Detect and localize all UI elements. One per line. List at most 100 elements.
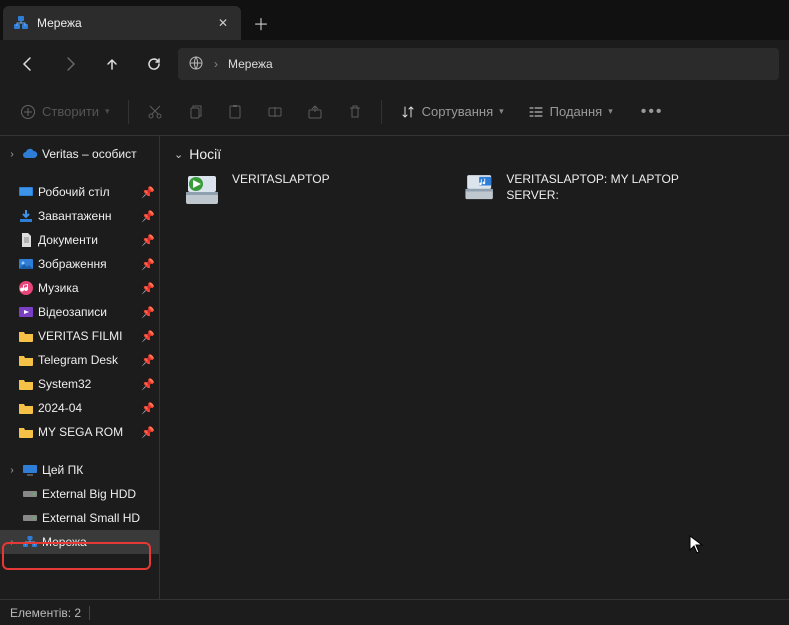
folder-icon: [18, 400, 34, 416]
pin-icon: 📌: [141, 282, 159, 295]
item-label: VERITASLAPTOP: MY LAPTOP SERVER:: [506, 170, 702, 203]
network-globe-icon: [188, 55, 204, 74]
chevron-down-icon: ▾: [499, 106, 504, 117]
item-label: VERITASLAPTOP: [232, 170, 330, 188]
tab-close-button[interactable]: ✕: [215, 16, 231, 30]
tab-title: Мережа: [37, 16, 207, 30]
pin-icon: 📌: [141, 234, 159, 247]
desktop-icon: [18, 184, 34, 200]
chevron-right-icon: ›: [214, 57, 218, 71]
drive-icon: [22, 486, 38, 502]
sidebar-folder[interactable]: Telegram Desk 📌: [0, 348, 159, 372]
pin-icon: 📌: [141, 186, 159, 199]
sidebar-drive[interactable]: › External Small HD: [0, 506, 159, 530]
media-server-icon: [462, 170, 496, 210]
status-bar: Елементів: 2: [0, 599, 789, 625]
pin-icon: 📌: [141, 354, 159, 367]
new-tab-button[interactable]: ＋: [241, 6, 281, 40]
chevron-right-icon[interactable]: ›: [6, 465, 18, 476]
sidebar-onedrive[interactable]: › Veritas – особист: [0, 142, 159, 166]
sidebar-music[interactable]: Музика 📌: [0, 276, 159, 300]
sidebar-documents[interactable]: Документи 📌: [0, 228, 159, 252]
sidebar-item-label: Робочий стіл: [38, 185, 137, 199]
picture-icon: [18, 256, 34, 272]
create-button[interactable]: Створити ▾: [10, 95, 120, 129]
cut-button[interactable]: [137, 95, 173, 129]
sidebar-desktop[interactable]: Робочий стіл 📌: [0, 180, 159, 204]
sidebar-item-label: Музика: [38, 281, 137, 295]
drive-icon: [22, 510, 38, 526]
address-row: › Мережа: [0, 40, 789, 88]
network-device-item[interactable]: VERITASLAPTOP: [182, 170, 422, 210]
network-device-item[interactable]: VERITASLAPTOP: MY LAPTOP SERVER:: [462, 170, 702, 210]
view-button[interactable]: Подання ▾: [518, 95, 623, 129]
sidebar-folder[interactable]: VERITAS FILMI 📌: [0, 324, 159, 348]
delete-button[interactable]: [337, 95, 373, 129]
group-label: Носії: [189, 146, 221, 162]
sidebar-folder[interactable]: System32 📌: [0, 372, 159, 396]
sidebar-pictures[interactable]: Зображення 📌: [0, 252, 159, 276]
chevron-down-icon: ⌄: [174, 148, 183, 161]
sidebar-videos[interactable]: Відеозаписи 📌: [0, 300, 159, 324]
sidebar-drive[interactable]: › External Big HDD: [0, 482, 159, 506]
sidebar-item-label: External Small HD: [42, 511, 159, 525]
sidebar-item-label: External Big HDD: [42, 487, 159, 501]
paste-button[interactable]: [217, 95, 253, 129]
rename-button[interactable]: [257, 95, 293, 129]
sidebar-item-label: Telegram Desk: [38, 353, 137, 367]
tab-network[interactable]: Мережа ✕: [3, 6, 241, 40]
sidebar-item-label: Цей ПК: [42, 463, 159, 477]
sidebar-item-label: Мережа: [42, 535, 159, 549]
sidebar-item-label: Завантаженн: [38, 209, 137, 223]
sidebar: › Veritas – особист Робочий стіл 📌 Заван…: [0, 136, 160, 599]
tab-bar: Мережа ✕ ＋: [0, 0, 789, 40]
sidebar-item-label: Veritas – особист: [42, 147, 159, 161]
chevron-right-icon[interactable]: ›: [6, 149, 18, 160]
create-label: Створити: [42, 104, 99, 119]
address-bar[interactable]: › Мережа: [178, 48, 779, 80]
content-area: ⌄ Носії VERITASLAPTOP VERITASLAPTOP: MY …: [160, 136, 789, 599]
share-button[interactable]: [297, 95, 333, 129]
pin-icon: 📌: [141, 210, 159, 223]
refresh-button[interactable]: [136, 46, 172, 82]
sidebar-item-label: 2024-04: [38, 401, 137, 415]
back-button[interactable]: [10, 46, 46, 82]
chevron-down-icon: ▾: [105, 106, 110, 117]
sidebar-folder[interactable]: 2024-04 📌: [0, 396, 159, 420]
more-button[interactable]: •••: [627, 95, 678, 129]
network-icon: [22, 534, 38, 550]
music-icon: [18, 280, 34, 296]
download-icon: [18, 208, 34, 224]
sidebar-folder[interactable]: MY SEGA ROM 📌: [0, 420, 159, 444]
sidebar-thispc[interactable]: › Цей ПК: [0, 458, 159, 482]
sort-label: Сортування: [422, 104, 494, 119]
chevron-right-icon[interactable]: ›: [6, 537, 18, 548]
group-header[interactable]: ⌄ Носії: [174, 146, 775, 162]
media-server-icon: [182, 170, 222, 210]
sidebar-item-label: Зображення: [38, 257, 137, 271]
pin-icon: 📌: [141, 330, 159, 343]
folder-icon: [18, 328, 34, 344]
sidebar-item-label: MY SEGA ROM: [38, 425, 137, 439]
cloud-icon: [22, 146, 38, 162]
network-icon: [13, 15, 29, 31]
copy-button[interactable]: [177, 95, 213, 129]
pc-icon: [22, 462, 38, 478]
sidebar-network[interactable]: › Мережа: [0, 530, 159, 554]
item-count: Елементів: 2: [10, 606, 81, 620]
pin-icon: 📌: [141, 306, 159, 319]
sidebar-downloads[interactable]: Завантаженн 📌: [0, 204, 159, 228]
sidebar-item-label: Документи: [38, 233, 137, 247]
forward-button[interactable]: [52, 46, 88, 82]
video-icon: [18, 304, 34, 320]
folder-icon: [18, 376, 34, 392]
breadcrumb-location[interactable]: Мережа: [228, 57, 273, 71]
pin-icon: 📌: [141, 426, 159, 439]
sidebar-item-label: System32: [38, 377, 137, 391]
up-button[interactable]: [94, 46, 130, 82]
sort-button[interactable]: Сортування ▾: [390, 95, 514, 129]
pin-icon: 📌: [141, 378, 159, 391]
sidebar-item-label: VERITAS FILMI: [38, 329, 137, 343]
view-label: Подання: [550, 104, 603, 119]
pin-icon: 📌: [141, 258, 159, 271]
